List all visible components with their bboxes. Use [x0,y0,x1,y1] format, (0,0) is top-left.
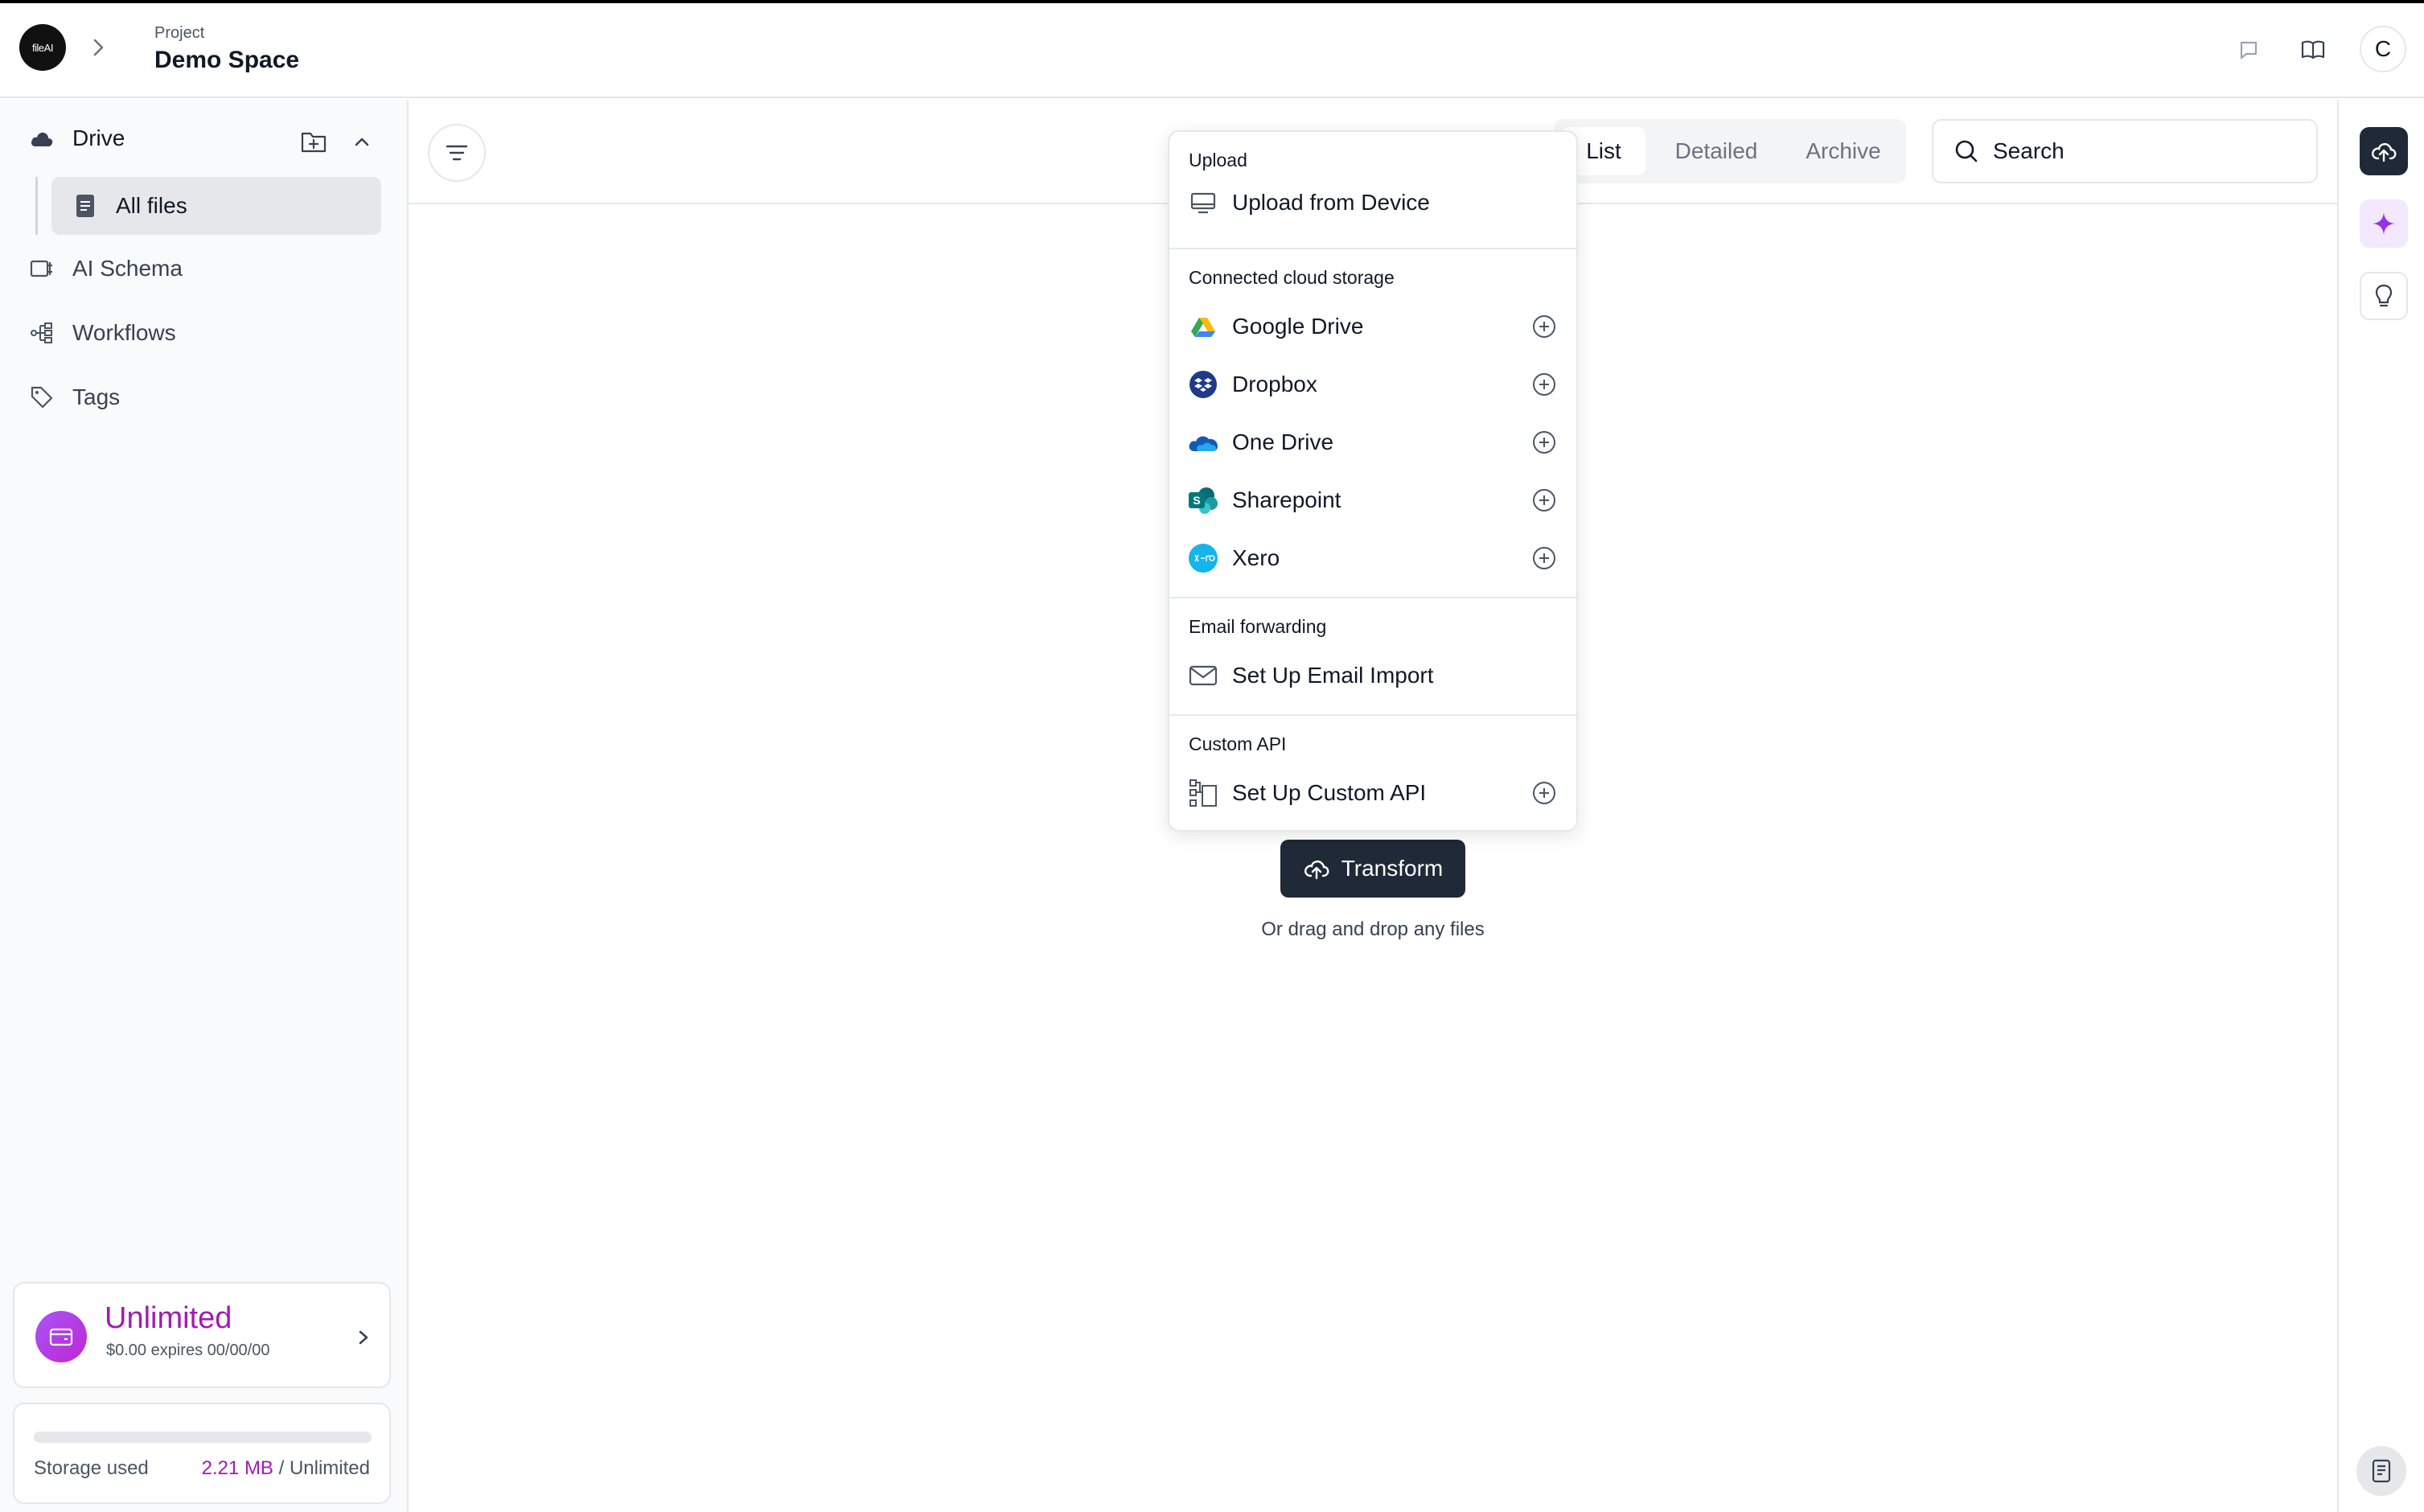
dropbox-icon [1187,368,1219,401]
menu-item-custom-api[interactable]: Set Up Custom API [1187,770,1562,816]
storage-value: 2.21 MB / Unlimited [202,1457,370,1480]
ai-assistant-button[interactable] [2360,199,2408,248]
plan-card[interactable]: Unlimited $0.00 expires 00/00/00 [13,1282,391,1388]
search-input[interactable]: Search [1932,119,2318,183]
transform-label: Transform [1341,856,1444,881]
cloud-icon [27,124,56,153]
storage-label: Storage used [34,1457,149,1479]
chevron-up-icon[interactable] [346,125,378,158]
menu-item-label: Sharepoint [1232,487,1341,512]
drag-drop-hint: Or drag and drop any files [1261,918,1485,940]
section-upload-title: Upload [1189,150,1247,171]
plan-expiry: $0.00 expires 00/00/00 [106,1341,270,1359]
menu-item-label: Dropbox [1232,372,1317,396]
svg-text:S: S [1193,494,1200,507]
user-avatar[interactable]: C [2360,26,2406,72]
wallet-icon [35,1311,87,1362]
upload-dropdown-menu: Upload Upload from Device Connected clou… [1168,130,1578,832]
sidebar-item-drive[interactable]: Drive [27,124,125,153]
view-tabs: List Detailed Archive [1554,119,1906,183]
add-circle-icon[interactable] [1531,372,1557,397]
add-circle-icon[interactable] [1531,487,1557,513]
app-header [0,3,2424,98]
project-label: Project [154,24,205,42]
sharepoint-icon: S [1187,484,1219,516]
book-icon[interactable] [2297,34,2329,66]
menu-divider [1169,248,1576,249]
add-circle-icon[interactable] [1531,780,1557,806]
sidebar-item-label: Workflows [72,320,176,345]
menu-item-label: Set Up Custom API [1232,780,1427,805]
add-circle-icon[interactable] [1531,314,1557,339]
menu-item-upload-from-device[interactable]: Upload from Device [1187,180,1562,225]
section-api-title: Custom API [1189,733,1287,754]
menu-divider [1169,714,1576,716]
app-logo[interactable]: fileAI [19,24,66,71]
sidebar-item-tags[interactable]: Tags [27,383,120,412]
new-folder-icon[interactable] [298,125,330,158]
tab-detailed[interactable]: Detailed [1654,127,1779,175]
sidebar-item-ai-schema[interactable]: AI Schema [27,254,183,283]
menu-divider [1169,597,1576,598]
transform-button[interactable]: Transform [1280,840,1465,898]
storage-card: Storage used 2.21 MB / Unlimited [13,1403,391,1504]
sidebar-item-label: Tags [72,384,121,409]
menu-item-label: Set Up Email Import [1232,663,1434,688]
api-icon [1187,777,1219,809]
menu-item-email-import[interactable]: Set Up Email Import [1187,653,1562,698]
tag-icon [27,383,56,412]
menu-item-sharepoint[interactable]: S Sharepoint [1187,478,1562,523]
filter-button[interactable] [428,124,486,182]
project-name[interactable]: Demo Space [154,47,299,74]
sidebar-item-all-files[interactable]: All files [51,177,381,235]
tab-archive[interactable]: Archive [1787,127,1900,175]
sidebar-item-workflows[interactable]: Workflows [27,318,176,347]
tree-line [35,177,38,235]
menu-item-label: One Drive [1232,429,1334,454]
sidebar-item-label: Drive [72,125,125,150]
add-circle-icon[interactable] [1531,545,1557,571]
file-icon [71,191,100,220]
document-icon [2372,1459,2391,1483]
tips-button[interactable] [2360,272,2408,320]
storage-limit: / Unlimited [278,1457,370,1479]
menu-item-label: Google Drive [1232,314,1364,339]
onedrive-icon [1187,426,1219,458]
chevron-right-icon[interactable] [90,35,108,60]
schema-icon [27,254,56,283]
search-icon [1955,140,1978,162]
chat-icon[interactable] [2233,34,2265,66]
plan-name: Unlimited [105,1301,232,1335]
upload-button[interactable] [2360,127,2408,175]
menu-item-xero[interactable]: Xero [1187,536,1562,581]
menu-item-dropbox[interactable]: Dropbox [1187,362,1562,407]
storage-progress-bar [34,1432,372,1443]
workflow-icon [27,318,56,347]
search-label: Search [1993,138,2065,163]
add-circle-icon[interactable] [1531,429,1557,455]
monitor-icon [1187,187,1219,219]
menu-item-label: Xero [1232,545,1280,570]
filter-icon [446,145,468,161]
menu-item-label: Upload from Device [1232,190,1430,215]
mail-icon [1187,659,1219,692]
menu-item-google-drive[interactable]: Google Drive [1187,304,1562,349]
storage-used: 2.21 MB [201,1457,273,1479]
cloud-upload-icon [2372,142,2397,162]
google-drive-icon [1187,310,1219,343]
sidebar-item-label: AI Schema [72,256,183,281]
sidebar-item-label: All files [116,193,187,218]
chevron-right-icon [359,1330,368,1345]
menu-item-one-drive[interactable]: One Drive [1187,420,1562,465]
sparkle-icon [2373,212,2395,235]
notes-button[interactable] [2356,1446,2406,1496]
cloud-upload-icon [1304,860,1329,880]
section-email-title: Email forwarding [1189,616,1327,637]
lightbulb-icon [2375,284,2393,307]
xero-icon [1187,542,1219,574]
section-cloud-title: Connected cloud storage [1189,267,1395,288]
